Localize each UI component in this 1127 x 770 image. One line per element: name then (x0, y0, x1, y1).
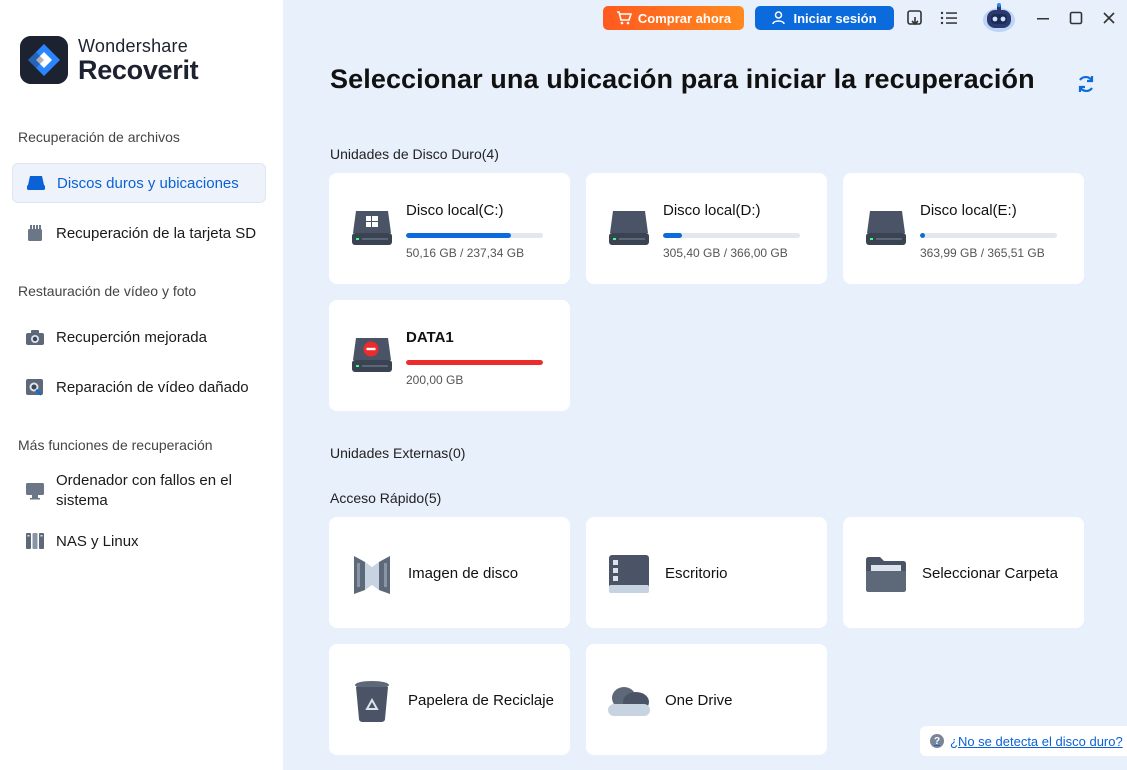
hard-drives-label: Unidades de Disco Duro(4) (330, 146, 499, 162)
quick-onedrive[interactable]: One Drive (586, 644, 827, 755)
quick-desktop[interactable]: Escritorio (586, 517, 827, 628)
drive-size: 305,40 GB / 366,00 GB (663, 246, 788, 260)
sidebar-item-label: Reparación de vídeo dañado (56, 378, 249, 396)
nas-icon (24, 530, 46, 552)
drive-name: Disco local(C:) (406, 202, 504, 219)
drive-usage-bar (663, 233, 800, 238)
quick-access-name: Imagen de disco (408, 565, 519, 582)
quick-access-name: Seleccionar Carpeta (922, 565, 1058, 582)
sidebar-item-enhanced-recovery[interactable]: Recuperción mejorada (12, 317, 266, 357)
quick-access-label: Acceso Rápido(5) (330, 490, 442, 506)
sidebar-item-nas-linux[interactable]: NAS y Linux (12, 521, 266, 561)
cart-icon (616, 11, 632, 25)
minimize-icon[interactable] (1033, 8, 1053, 28)
drive-name: DATA1 (406, 329, 454, 346)
monitor-icon (24, 480, 46, 502)
sidebar-item-crashed-computer[interactable]: Ordenador con fallos en el sistema (12, 467, 266, 515)
drive-size: 200,00 GB (406, 373, 464, 387)
drive-not-detected-link[interactable]: ? ¿No se detecta el disco duro? (920, 726, 1127, 756)
sidebar: Wondershare Recoverit Recuperación de ar… (0, 0, 283, 770)
drive-icon (608, 207, 650, 252)
page-title: Seleccionar una ubicación para iniciar l… (330, 64, 1035, 94)
quick-access-name: One Drive (665, 692, 733, 709)
sidebar-item-hard-drives[interactable]: Discos duros y ubicaciones (12, 163, 266, 203)
sidebar-item-video-repair[interactable]: Reparación de vídeo dañado (12, 367, 266, 407)
section-title-file-recovery: Recuperación de archivos (18, 129, 180, 145)
cloud-icon (606, 678, 652, 724)
brand: Wondershare Recoverit (20, 35, 199, 85)
camera-icon (24, 326, 46, 348)
help-icon: ? (930, 734, 944, 748)
buy-now-button[interactable]: Comprar ahora (603, 6, 744, 30)
login-label: Iniciar sesión (793, 10, 877, 26)
quick-access-name: Escritorio (665, 565, 728, 582)
hard-drive-icon (25, 172, 47, 194)
sidebar-item-label: Ordenador con fallos en el sistema (56, 472, 232, 509)
drive-name: Disco local(E:) (920, 202, 1017, 219)
recoverit-logo-icon (20, 36, 68, 84)
drive-name: Disco local(D:) (663, 202, 761, 219)
robot-assistant-icon[interactable] (979, 2, 1019, 34)
quick-recycle-bin[interactable]: Papelera de Reciclaje (329, 644, 570, 755)
drive-usage-bar (406, 360, 543, 365)
sidebar-item-label: Discos duros y ubicaciones (57, 174, 239, 192)
quick-access-name: Papelera de Reciclaje (408, 692, 554, 709)
drive-size: 363,99 GB / 365,51 GB (920, 246, 1045, 260)
recycle-bin-icon (349, 678, 395, 724)
drive-card-data1[interactable]: DATA1 200,00 GB (329, 300, 570, 411)
section-title-more: Más funciones de recuperación (18, 437, 213, 453)
external-drives-label: Unidades Externas(0) (330, 445, 466, 461)
drive-card-d[interactable]: Disco local(D:) 305,40 GB / 366,00 GB (586, 173, 827, 284)
quick-disk-image[interactable]: Imagen de disco (329, 517, 570, 628)
section-title-video-photo: Restauración de vídeo y foto (18, 283, 197, 299)
disk-image-icon (349, 551, 395, 597)
maximize-icon[interactable] (1066, 8, 1086, 28)
video-repair-icon (24, 376, 46, 398)
quick-select-folder[interactable]: Seleccionar Carpeta (843, 517, 1084, 628)
windows-drive-icon (351, 207, 393, 252)
sidebar-item-label: Recuperción mejorada (56, 328, 207, 346)
desktop-icon (606, 551, 652, 597)
refresh-icon[interactable] (1076, 74, 1096, 99)
top-bar: Comprar ahora Iniciar sesión (283, 0, 1127, 36)
feedback-icon[interactable] (905, 8, 925, 28)
drive-card-c[interactable]: Disco local(C:) 50,16 GB / 237,34 GB (329, 173, 570, 284)
drive-usage-bar (920, 233, 1057, 238)
drive-usage-fill (663, 233, 683, 238)
main-panel: Comprar ahora Iniciar sesión Seleccionar… (283, 0, 1127, 770)
drive-error-icon (351, 334, 393, 379)
sidebar-item-label: NAS y Linux (56, 532, 139, 550)
login-button[interactable]: Iniciar sesión (755, 6, 894, 30)
user-icon (772, 11, 786, 25)
drive-size: 50,16 GB / 237,34 GB (406, 246, 525, 260)
drive-icon (865, 207, 907, 252)
help-link-text: ¿No se detecta el disco duro? (950, 733, 1123, 749)
sd-card-icon (24, 222, 46, 244)
drive-usage-fill (920, 233, 926, 238)
brand-top: Wondershare (78, 35, 188, 56)
close-icon[interactable] (1099, 8, 1119, 28)
brand-bottom: Recoverit (78, 54, 199, 85)
drive-card-e[interactable]: Disco local(E:) 363,99 GB / 365,51 GB (843, 173, 1084, 284)
drive-usage-bar (406, 233, 543, 238)
sidebar-item-sd-card[interactable]: Recuperación de la tarjeta SD (12, 213, 266, 253)
buy-now-label: Comprar ahora (637, 10, 732, 26)
folder-icon (863, 551, 909, 597)
drive-usage-fill (406, 233, 512, 238)
menu-list-icon[interactable] (939, 8, 959, 28)
drive-usage-fill (406, 360, 543, 365)
sidebar-item-label: Recuperación de la tarjeta SD (56, 224, 257, 242)
